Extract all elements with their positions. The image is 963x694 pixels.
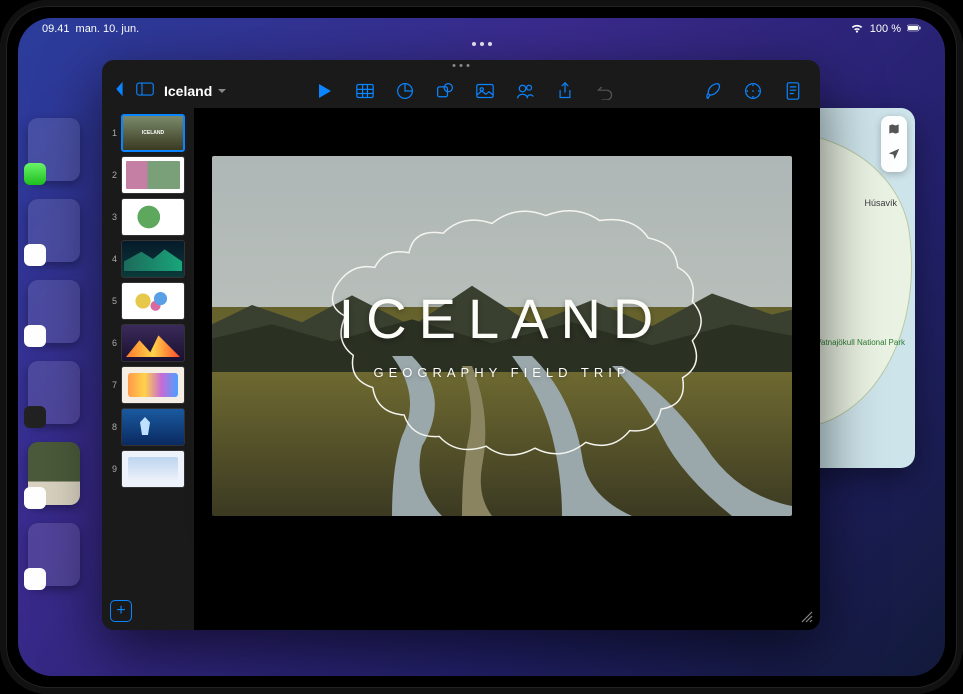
slide-num: 8	[108, 422, 117, 432]
slide-title[interactable]: ICELAND	[212, 286, 792, 351]
keynote-window: Iceland	[102, 60, 820, 630]
slide-num: 3	[108, 212, 117, 222]
slide-thumb-8[interactable]: 8	[108, 408, 188, 446]
sidebar-toggle-button[interactable]	[136, 80, 154, 103]
multitask-indicator[interactable]	[472, 42, 492, 46]
window-multitask-dots[interactable]	[453, 64, 470, 67]
slide-navigator: 1 2 3 4 5 6 7 8 9 +	[102, 108, 194, 630]
document-options-button[interactable]	[782, 80, 804, 102]
back-button[interactable]	[112, 80, 126, 103]
slide-thumb-5[interactable]: 5	[108, 282, 188, 320]
slide-thumb-4[interactable]: 4	[108, 240, 188, 278]
insert-shape-button[interactable]	[434, 80, 456, 102]
maps-toolbar	[881, 116, 907, 172]
slide-1[interactable]: ICELAND GEOGRAPHY FIELD TRIP	[212, 156, 792, 516]
battery-icon	[907, 22, 921, 37]
park-pin-label: Vatnajökull National Park	[816, 338, 905, 347]
undo-button[interactable]	[594, 80, 616, 102]
slide-num: 4	[108, 254, 117, 264]
slide-num: 6	[108, 338, 117, 348]
slide-num: 1	[108, 128, 117, 138]
share-button[interactable]	[554, 80, 576, 102]
insert-table-button[interactable]	[354, 80, 376, 102]
battery-label: 100 %	[870, 23, 901, 35]
slide-thumb-1[interactable]: 1	[108, 114, 188, 152]
document-title[interactable]: Iceland	[164, 83, 228, 99]
shelf-app-freeform[interactable]	[28, 280, 80, 343]
plus-icon: +	[116, 602, 125, 620]
slide-num: 9	[108, 464, 117, 474]
slide-thumb-6[interactable]: 6	[108, 324, 188, 362]
ipad-screen: 09.41 man. 10. jun. 100 %	[18, 18, 945, 676]
status-date: man. 10. jun.	[76, 23, 140, 35]
slide-num: 5	[108, 296, 117, 306]
slide-thumb-2[interactable]: 2	[108, 156, 188, 194]
keynote-toolbar: Iceland	[102, 60, 820, 108]
slide-num: 2	[108, 170, 117, 180]
map-label-husavik[interactable]: Húsavík	[864, 198, 897, 208]
slide-thumb-9[interactable]: 9	[108, 450, 188, 488]
map-label-vatnajokull[interactable]: Vatnajökull National Park	[807, 338, 905, 347]
ipad-frame: 09.41 man. 10. jun. 100 %	[0, 0, 963, 694]
slide-canvas[interactable]: ICELAND GEOGRAPHY FIELD TRIP	[194, 108, 820, 630]
format-brush-button[interactable]	[702, 80, 724, 102]
slide-thumb-3[interactable]: 3	[108, 198, 188, 236]
document-title-label: Iceland	[164, 83, 212, 99]
collaborate-button[interactable]	[514, 80, 536, 102]
map-mode-icon[interactable]	[887, 122, 901, 141]
insert-media-button[interactable]	[474, 80, 496, 102]
play-button[interactable]	[314, 80, 336, 102]
stage-manager-shelf	[24, 118, 84, 586]
shelf-app-messages[interactable]	[28, 118, 80, 181]
status-time: 09.41	[42, 23, 70, 35]
wifi-icon	[850, 22, 864, 37]
slide-num: 7	[108, 380, 117, 390]
insert-chart-button[interactable]	[394, 80, 416, 102]
shelf-app-files[interactable]	[28, 199, 80, 262]
add-slide-button[interactable]: +	[110, 600, 132, 622]
shelf-app-photos[interactable]	[28, 523, 80, 586]
window-resize-handle[interactable]	[800, 610, 814, 624]
status-bar: 09.41 man. 10. jun. 100 %	[18, 18, 945, 40]
chevron-down-icon	[216, 85, 228, 97]
slide-subtitle[interactable]: GEOGRAPHY FIELD TRIP	[212, 365, 792, 380]
shelf-app-calculator[interactable]	[28, 361, 80, 424]
animate-button[interactable]	[742, 80, 764, 102]
slide-thumb-7[interactable]: 7	[108, 366, 188, 404]
locate-icon[interactable]	[887, 147, 901, 166]
shelf-app-preview[interactable]	[28, 442, 80, 505]
